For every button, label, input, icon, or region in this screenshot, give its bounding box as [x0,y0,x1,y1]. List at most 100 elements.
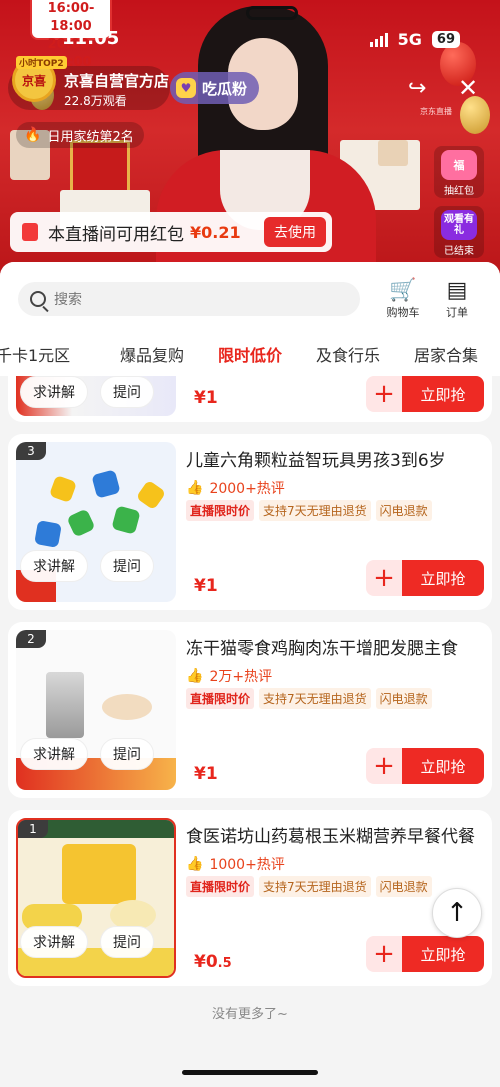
tag-fast-refund: 闪电退款 [375,500,432,521]
add-to-cart-button[interactable]: + [366,748,402,784]
category-tabs: 千卡1元区 爆品复购 限时低价 及食行乐 居家合集 [0,330,500,376]
list-end-text: 没有更多了~ [212,1007,288,1022]
search-icon [30,291,46,307]
request-explain-button[interactable]: 求讲解 [20,550,88,582]
tag-live-price: 直播限时价 [186,500,255,521]
add-to-cart-button[interactable]: + [366,936,402,972]
status-indicators: 5G 69 [369,30,460,49]
fans-badge-icon: ♥ [176,78,196,98]
rank-text: 日用家纺第2名 [47,129,134,145]
product-card-partial[interactable]: 求讲解 提问 ¥1 + 立即抢 [8,376,492,422]
tag-fast-refund: 闪电退款 [375,688,432,709]
product-box [378,140,408,166]
cart-label: 购物车 [386,306,420,319]
product-price: ¥1 [194,764,218,784]
buy-now-button[interactable]: 立即抢 [402,936,484,972]
watch-gift-button[interactable]: 观看有礼 已结束 [434,206,484,258]
request-explain-button[interactable]: 求讲解 [20,738,88,770]
product-list-panel: 🛒 购物车 ▤ 订单 千卡1元区 爆品复购 限时低价 及食行乐 居家合集 求讲解… [0,262,500,1087]
order-label: 订单 [446,306,468,319]
product-tags: 直播限时价 支持7天无理由退货 闪电退款 [186,688,432,709]
add-to-cart-button[interactable]: + [366,376,402,412]
ask-question-button[interactable]: 提问 [100,376,154,408]
order-button[interactable]: ▤ 订单 [432,278,482,320]
product-title[interactable]: 儿童六角颗粒益智玩具男孩3到6岁 [186,446,476,471]
rank-badge: 3 [16,442,46,460]
tag-fast-refund: 闪电退款 [375,876,432,897]
redpacket-icon [22,223,38,241]
product-title[interactable]: 食医诺坊山药葛根玉米糊营养早餐代餐 [186,822,476,847]
host-sunglasses [246,6,298,20]
thumbs-up-icon: 👍 [186,856,204,872]
tag-live-price: 直播限时价 [186,876,255,897]
cart-button[interactable]: 🛒 购物车 [378,278,428,320]
coupon-text: 本直播间可用红包 [48,224,184,245]
lucky-bag-icon: 福 [441,150,477,180]
buy-now-button[interactable]: 立即抢 [402,748,484,784]
hot-review-count: 👍 2万+热评 [186,666,272,686]
rank-tag[interactable]: 🔥 日用家纺第2名 [16,122,144,148]
rank-badge: 2 [16,630,46,648]
product-tags: 直播限时价 支持7天无理由退货 闪电退款 [186,500,432,521]
fans-label: 吃瓜粉 [202,79,248,98]
hot-review-text: 2万+热评 [209,669,273,685]
product-card[interactable]: 1 求讲解 提问 食医诺坊山药葛根玉米糊营养早餐代餐 👍 1000+热评 直播限… [8,810,492,986]
tag-return-policy: 支持7天无理由退货 [259,688,371,709]
tab-home-collection[interactable]: 居家合集 [414,342,478,366]
tab-food-fun[interactable]: 及食行乐 [316,342,380,366]
redpacket-label: 抽红包 [444,186,474,197]
scroll-to-top-icon[interactable]: ↑ [432,888,482,938]
product-card[interactable]: 3 求讲解 提问 儿童六角颗粒益智玩具男孩3到6岁 👍 2000+热评 直播限时… [8,434,492,610]
add-to-cart-button[interactable]: + [366,560,402,596]
source-tag: 京东直播 [420,107,452,116]
product-tags: 直播限时价 支持7天无理由退货 闪电退款 [186,876,432,897]
hot-review-count: 👍 2000+热评 [186,478,285,498]
redpacket-coupon-bar[interactable]: 本直播间可用红包 ¥0.21 去使用 [10,212,332,252]
share-icon[interactable]: ↪ [408,76,426,101]
tab-hot-rebuy[interactable]: 爆品复购 [120,342,184,366]
rank-badge: 1 [18,820,48,838]
request-explain-button[interactable]: 求讲解 [20,926,88,958]
ask-question-button[interactable]: 提问 [100,550,154,582]
tab-limited-low-price[interactable]: 限时低价 [218,342,282,366]
shop-name[interactable]: 京喜自营官方店 [64,70,169,91]
hot-review-text: 2000+热评 [209,481,285,497]
gift-status-label: 已结束 [444,246,474,257]
fire-icon: 🔥 [24,127,42,143]
coupon-amount: ¥0.21 [190,222,241,242]
ask-question-button[interactable]: 提问 [100,926,154,958]
request-explain-button[interactable]: 求讲解 [20,376,88,408]
thumbs-up-icon: 👍 [186,668,204,684]
product-card[interactable]: 2 求讲解 提问 冻干猫零食鸡胸肉冻干增肥发腮主食 👍 2万+热评 直播限时价 … [8,622,492,798]
search-bar[interactable] [18,282,360,316]
buy-now-button[interactable]: 立即抢 [402,376,484,412]
close-icon[interactable]: ✕ [458,74,478,102]
hot-review-text: 1000+热评 [209,857,285,873]
tag-return-policy: 支持7天无理由退货 [259,500,371,521]
tag-live-price: 直播限时价 [186,688,255,709]
tab-kcal-1yuan[interactable]: 千卡1元区 [0,342,70,366]
product-title[interactable]: 冻干猫零食鸡胸肉冻干增肥发腮主食 [186,634,476,659]
search-header: 🛒 购物车 ▤ 订单 [0,262,500,330]
draw-redpacket-button[interactable]: 福 抽红包 [434,146,484,198]
tag-return-policy: 支持7天无理由退货 [259,876,371,897]
product-price: ¥1 [194,576,218,596]
cart-icon: 🛒 [389,278,417,303]
fans-group-button[interactable]: ♥ 吃瓜粉 [170,72,260,104]
buy-now-button[interactable]: 立即抢 [402,560,484,596]
product-price: ¥0.5 [194,952,232,972]
battery-icon: 69 [431,31,460,48]
home-indicator[interactable] [182,1070,318,1075]
ask-question-button[interactable]: 提问 [100,738,154,770]
use-coupon-button[interactable]: 去使用 [264,217,326,247]
product-price: ¥1 [194,388,218,408]
thumbs-up-icon: 👍 [186,480,204,496]
watch-gift-icon: 观看有礼 [441,210,477,240]
network-type: 5G [397,30,422,49]
status-clock: 11:05 [62,28,120,49]
signal-icon [369,32,388,47]
order-icon: ▤ [446,278,468,303]
search-input[interactable] [54,291,334,307]
hour-top-badge: 小时TOP2 [16,56,67,69]
view-count: 22.8万观看 [64,94,127,108]
